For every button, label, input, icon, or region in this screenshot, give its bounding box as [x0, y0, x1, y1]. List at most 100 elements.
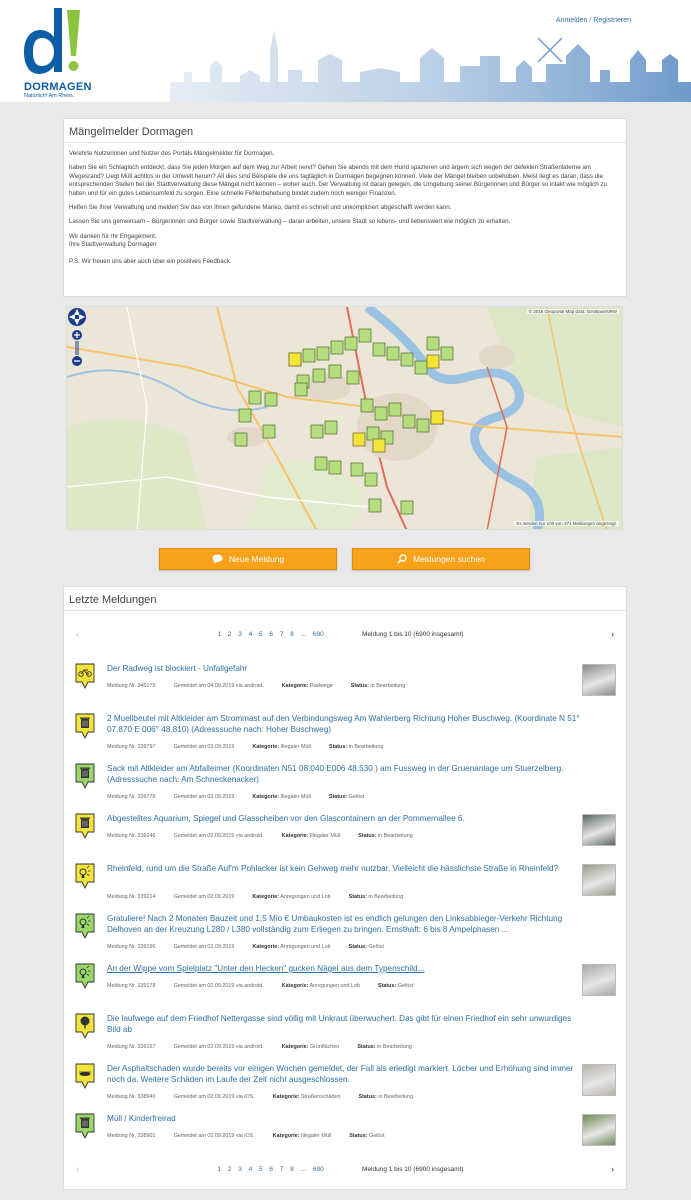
latest-reports-panel: Letzte Meldungen ‹ 1 2 3 4 5 6 7 8 ... 6…	[63, 586, 627, 1190]
report-item[interactable]: An der Wippe vom Spielplatz "Unter den H…	[64, 962, 628, 1008]
pager-next-icon[interactable]: ›	[611, 1164, 614, 1174]
report-category: Kategorie: Anregungen und Lob	[282, 983, 360, 989]
report-category: Kategorie: Illegaler Müll	[252, 744, 310, 750]
pager-pages: 1 2 3 4 5 6 7 8 ... 690	[214, 631, 327, 638]
pager-page[interactable]: 5	[256, 1166, 266, 1173]
report-title[interactable]: An der Wippe vom Spielplatz "Unter den H…	[107, 964, 582, 975]
tree-icon	[75, 1013, 95, 1039]
pager-page[interactable]: 690	[309, 1166, 327, 1173]
pager-page[interactable]: 3	[235, 1166, 245, 1173]
pagination-bottom: ‹ 1 2 3 4 5 6 7 8 ... 690 Meldung 1 bis …	[64, 1163, 628, 1179]
search-reports-button[interactable]: Meldungen suchen	[352, 548, 530, 570]
pager-page[interactable]: 7	[276, 631, 286, 638]
pager-page[interactable]: 5	[256, 631, 266, 638]
category-label: Kategorie:	[281, 1044, 309, 1050]
report-title[interactable]: 2 Muellbeutel mit Altkleider am Strommas…	[107, 714, 582, 735]
status-value: Gelöst	[368, 944, 385, 950]
report-status: Status: in Bearbeitung	[329, 744, 384, 750]
pager-page[interactable]: 1	[214, 631, 224, 638]
report-item[interactable]: Gratuliere! Nach 2 Monaten Bauzeit und 1…	[64, 912, 628, 958]
category-label: Kategorie:	[272, 1094, 300, 1100]
report-status: Status: in Bearbeitung	[349, 894, 404, 900]
report-date: Gemeldet am 02.09.2019 via android.	[173, 1044, 264, 1050]
report-thumbnail[interactable]	[582, 964, 616, 996]
report-title[interactable]: Der Asphaltschaden wurde bereits vor ein…	[107, 1064, 582, 1085]
pager-prev-icon[interactable]: ‹	[76, 1164, 79, 1174]
category-label: Kategorie:	[252, 944, 280, 950]
report-thumbnail[interactable]	[582, 664, 616, 696]
pager-page[interactable]: 3	[235, 631, 245, 638]
report-category: Kategorie: Radwege	[282, 683, 333, 689]
map-zoom-controls[interactable]	[67, 307, 87, 369]
pager-page[interactable]: 7	[276, 1166, 286, 1173]
login-register-link[interactable]: Anmelden / Registrieren	[556, 17, 631, 24]
status-label: Status:	[378, 983, 397, 989]
search-reports-label: Meldungen suchen	[413, 554, 485, 564]
pager-ellipsis: ...	[300, 631, 307, 638]
intro-thanks: Wir danken für Ihr Engagement.	[69, 232, 157, 240]
report-date: Gemeldet am 02.09.2019 via android.	[173, 983, 264, 989]
status-label: Status:	[348, 944, 367, 950]
status-value: in Bearbeitung	[377, 833, 413, 839]
report-meta: Meldung Nr. 338940 Gemeldet am 02.09.2019…	[107, 1094, 431, 1100]
report-date: Gemeldet am 02.09.2019 via android.	[173, 833, 264, 839]
report-thumbnail[interactable]	[582, 1114, 616, 1146]
report-number: Meldung Nr. 338940	[107, 1094, 156, 1100]
pager-page[interactable]: 8	[287, 631, 297, 638]
intro-greeting: Verehrte Nutzerinnen und Nutzer des Port…	[69, 150, 275, 157]
pager-page[interactable]: 6	[266, 1166, 276, 1173]
report-title[interactable]: Abgestelltes Aquarium, Spiegel und Glass…	[107, 814, 582, 825]
report-item[interactable]: Müll / Kinderfreirad Meldung Nr. 338901 Ge…	[64, 1112, 628, 1158]
pager-page[interactable]: 690	[309, 631, 327, 638]
report-category: Kategorie: Illegaler Müll	[252, 794, 310, 800]
site-header: DORMAGEN Natürlich! Am Rhein. Anmelden /…	[0, 0, 691, 102]
report-item[interactable]: Der Radweg ist blockiert - Unfallgefahr M…	[64, 662, 628, 708]
report-thumbnail[interactable]	[582, 864, 616, 896]
logo-text: DORMAGEN	[24, 81, 92, 93]
status-value: in Bearbeitung	[378, 1094, 414, 1100]
pager-next-icon[interactable]: ›	[611, 629, 614, 639]
pager-ellipsis: ...	[300, 1166, 307, 1173]
report-title[interactable]: Rheinfeld, rund um die Straße Auf'm Pohl…	[107, 864, 582, 875]
status-label: Status:	[350, 683, 369, 689]
new-report-button[interactable]: Neue Meldung	[159, 548, 337, 570]
pager-page[interactable]: 4	[245, 1166, 255, 1173]
pager-page[interactable]: 4	[245, 631, 255, 638]
dormagen-logo[interactable]: DORMAGEN Natürlich! Am Rhein.	[22, 4, 92, 99]
report-item[interactable]: Die laufwege auf dem Friedhof Nettergass…	[64, 1012, 628, 1058]
report-item[interactable]: Rheinfeld, rund um die Straße Auf'm Pohl…	[64, 862, 628, 908]
report-status: Status: Gelöst	[378, 983, 413, 989]
report-title[interactable]: Müll / Kinderfreirad	[107, 1114, 582, 1125]
map-canvas[interactable]	[67, 307, 623, 530]
map-attribution: © 2016 Geoportal Map data: GeoBasisNRW	[526, 309, 619, 314]
category-label: Kategorie:	[281, 683, 309, 689]
pager-pages: 1 2 3 4 5 6 7 8 ... 690	[214, 1166, 327, 1173]
report-item[interactable]: Abgestelltes Aquarium, Spiegel und Glass…	[64, 812, 628, 858]
report-date: Gemeldet am 03.09.2019	[173, 744, 235, 750]
report-thumbnail[interactable]	[582, 814, 616, 846]
pager-page[interactable]: 2	[224, 631, 234, 638]
status-value: Gelöst	[348, 794, 365, 800]
category-label: Kategorie:	[272, 1133, 300, 1139]
report-item[interactable]: Der Asphaltschaden wurde bereits vor ein…	[64, 1062, 628, 1108]
pager-prev-icon[interactable]: ‹	[76, 629, 79, 639]
category-value: Anregungen und Lob	[280, 894, 331, 900]
pager-page[interactable]: 6	[266, 631, 276, 638]
report-map[interactable]: © 2016 Geoportal Map data: GeoBasisNRW E…	[66, 306, 623, 530]
report-item[interactable]: Sack mit Altkleider am Abfalleimer (Koor…	[64, 762, 628, 808]
report-thumbnail[interactable]	[582, 1064, 616, 1096]
intro-paragraph: haben Sie ein Schlagloch entdeckt, dass …	[69, 164, 607, 197]
search-icon	[397, 554, 407, 564]
pager-page[interactable]: 2	[224, 1166, 234, 1173]
pager-page[interactable]: 1	[214, 1166, 224, 1173]
report-title[interactable]: Die laufwege auf dem Friedhof Nettergass…	[107, 1014, 582, 1035]
report-title[interactable]: Gratuliere! Nach 2 Monaten Bauzeit und 1…	[107, 914, 582, 935]
category-label: Kategorie:	[281, 983, 309, 989]
report-number: Meldung Nr. 339157	[107, 1044, 156, 1050]
report-title[interactable]: Der Radweg ist blockiert - Unfallgefahr	[107, 664, 582, 675]
status-label: Status:	[349, 1133, 368, 1139]
report-title[interactable]: Sack mit Altkleider am Abfalleimer (Koor…	[107, 764, 582, 785]
report-item[interactable]: 2 Muellbeutel mit Altkleider am Strommas…	[64, 712, 628, 758]
report-meta: Meldung Nr. 339797 Gemeldet am 03.09.2019…	[107, 744, 401, 750]
pager-page[interactable]: 8	[287, 1166, 297, 1173]
